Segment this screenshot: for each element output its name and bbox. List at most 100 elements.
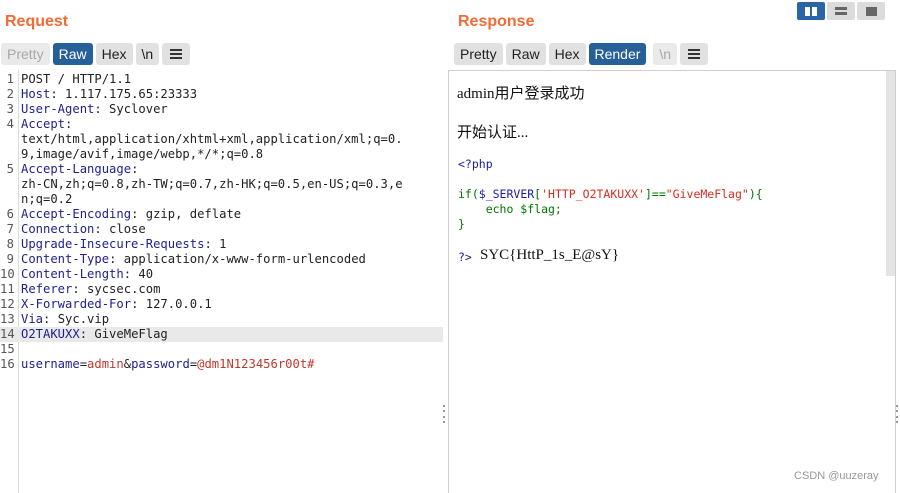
line-text: User-Agent: Syclover bbox=[21, 102, 168, 117]
pane-divider-right[interactable] bbox=[896, 405, 900, 423]
token: & bbox=[123, 357, 132, 371]
line-number: 5 bbox=[6, 162, 14, 176]
request-line: 11 Referer: sycsec.com bbox=[0, 282, 443, 297]
token: : 127.0.0.1 bbox=[131, 297, 212, 311]
layout-single-icon bbox=[865, 6, 877, 16]
request-line: text/html,application/xhtml+xml,applicat… bbox=[0, 132, 443, 147]
token: Content-Length bbox=[21, 267, 124, 281]
request-line: 2 Host: 1.117.175.65:23333 bbox=[0, 87, 443, 102]
response-tab-pretty[interactable]: Pretty bbox=[454, 43, 503, 65]
token: admin bbox=[87, 357, 124, 371]
line-text: 9,image/avif,image/webp,*/*;q=0.8 bbox=[21, 147, 263, 162]
token: text/html,application/xhtml+xml,applicat… bbox=[21, 132, 403, 146]
layout-rows-button[interactable] bbox=[827, 2, 855, 20]
token: password bbox=[131, 357, 190, 371]
watermark: CSDN @uuzeray bbox=[794, 470, 879, 482]
request-tab-raw[interactable]: Raw bbox=[52, 43, 93, 65]
line-number: 1 bbox=[6, 72, 14, 86]
php-echo-line: echo $flag; bbox=[458, 202, 562, 216]
token: Host bbox=[21, 87, 51, 101]
token: 9,image/avif,image/webp,*/*;q=0.8 bbox=[21, 147, 264, 161]
request-tab-pretty[interactable]: Pretty bbox=[1, 43, 50, 65]
token: : 40 bbox=[123, 267, 154, 281]
line-number: 15 bbox=[0, 342, 15, 356]
request-tab-hex[interactable]: Hex bbox=[95, 43, 133, 65]
line-text: Host: 1.117.175.65:23333 bbox=[21, 87, 197, 102]
request-line: 15 bbox=[0, 342, 443, 357]
token: : Syclover bbox=[94, 102, 168, 116]
token: : bbox=[65, 117, 73, 131]
line-text: Connection: close bbox=[21, 222, 146, 237]
line-number: 2 bbox=[6, 87, 14, 101]
request-tab-newline[interactable]: \n bbox=[135, 43, 160, 65]
response-menu-button[interactable] bbox=[680, 43, 709, 65]
line-number: 8 bbox=[6, 237, 14, 251]
response-scrollbar[interactable] bbox=[886, 71, 895, 276]
response-tab-render[interactable]: Render bbox=[588, 43, 647, 65]
php-if-line: if($_SERVER['HTTP_O2TAKUXX']=="GiveMeFla… bbox=[458, 187, 763, 201]
line-number: 7 bbox=[6, 222, 14, 236]
line-text: zh-CN,zh;q=0.8,zh-TW;q=0.7,zh-HK;q=0.5,e… bbox=[21, 177, 403, 192]
line-text: username=admin&password=@dm1N123456r00t# bbox=[21, 357, 315, 372]
token: POST / HTTP/1.1 bbox=[21, 72, 132, 86]
line-number: 16 bbox=[0, 357, 15, 371]
request-line: 10 Content-Length: 40 bbox=[0, 267, 443, 282]
request-menu-button[interactable] bbox=[162, 43, 191, 65]
request-line: 16 username=admin&password=@dm1N123456r00… bbox=[0, 357, 443, 372]
request-title: Request bbox=[5, 13, 69, 30]
token: : Syc.vip bbox=[43, 312, 110, 326]
request-line: 9 Content-Type: application/x-www-form-ur… bbox=[0, 252, 443, 267]
request-line: 7 Connection: close bbox=[0, 222, 443, 237]
token: = bbox=[79, 357, 88, 371]
token: : bbox=[131, 162, 139, 176]
request-line: 1 POST / HTTP/1.1 bbox=[0, 72, 443, 87]
pane-divider[interactable] bbox=[443, 405, 447, 423]
request-line: n;q=0.2 bbox=[0, 192, 443, 207]
response-tab-newline[interactable]: \n bbox=[653, 43, 678, 65]
line-text: Content-Length: 40 bbox=[21, 267, 153, 282]
layout-toggle bbox=[797, 2, 885, 20]
php-close-brace: } bbox=[458, 217, 465, 231]
token: : 1 bbox=[204, 237, 227, 251]
request-line: 3 User-Agent: Syclover bbox=[0, 102, 443, 117]
token: O2TAKUXX bbox=[21, 327, 80, 341]
request-line: 12 X-Forwarded-For: 127.0.0.1 bbox=[0, 297, 443, 312]
token: @dm1N123456r00t# bbox=[197, 357, 315, 371]
layout-columns-icon bbox=[805, 6, 817, 16]
request-line: 13 Via: Syc.vip bbox=[0, 312, 443, 327]
token: : 1.117.175.65:23333 bbox=[50, 87, 198, 101]
line-text: Accept-Encoding: gzip, deflate bbox=[21, 207, 241, 222]
request-line: 8 Upgrade-Insecure-Requests: 1 bbox=[0, 237, 443, 252]
line-text: X-Forwarded-For: 127.0.0.1 bbox=[21, 297, 212, 312]
menu-icon bbox=[688, 49, 701, 59]
menu-icon bbox=[170, 49, 183, 59]
request-editor[interactable]: 1 POST / HTTP/1.1 2 Host: 1.117.175.65:2333… bbox=[0, 70, 444, 493]
line-text: O2TAKUXX: GiveMeFlag bbox=[21, 327, 168, 342]
line-number: 12 bbox=[0, 297, 15, 311]
line-text: n;q=0.2 bbox=[21, 192, 72, 207]
flag-text: SYC{HttP_1s_E@sY} bbox=[480, 247, 620, 263]
response-tab-raw[interactable]: Raw bbox=[505, 43, 546, 65]
response-tab-hex[interactable]: Hex bbox=[548, 43, 586, 65]
token: : gzip, deflate bbox=[131, 207, 242, 221]
token: : GiveMeFlag bbox=[79, 327, 168, 341]
login-success-text: admin用户登录成功 bbox=[457, 86, 585, 102]
token: Accept-Language bbox=[21, 162, 132, 176]
line-number: 10 bbox=[0, 267, 15, 281]
layout-single-button[interactable] bbox=[857, 2, 885, 20]
token: Via bbox=[21, 312, 44, 326]
request-line: 14 O2TAKUXX: GiveMeFlag bbox=[0, 327, 443, 342]
token: Accept bbox=[21, 117, 66, 131]
php-close-tag: ?> bbox=[458, 250, 472, 264]
line-number: 9 bbox=[6, 252, 14, 266]
layout-columns-button[interactable] bbox=[797, 2, 825, 20]
token: : sycsec.com bbox=[72, 282, 161, 296]
token: Connection bbox=[21, 222, 95, 236]
line-text: Accept-Language: bbox=[21, 162, 138, 177]
token: n;q=0.2 bbox=[21, 192, 73, 206]
token: Upgrade-Insecure-Requests bbox=[21, 237, 205, 251]
request-line: zh-CN,zh;q=0.8,zh-TW;q=0.7,zh-HK;q=0.5,e… bbox=[0, 177, 443, 192]
request-line: 4 Accept: bbox=[0, 117, 443, 132]
layout-rows-icon bbox=[835, 7, 847, 15]
request-toolbar: Pretty Raw Hex \n bbox=[1, 43, 191, 65]
